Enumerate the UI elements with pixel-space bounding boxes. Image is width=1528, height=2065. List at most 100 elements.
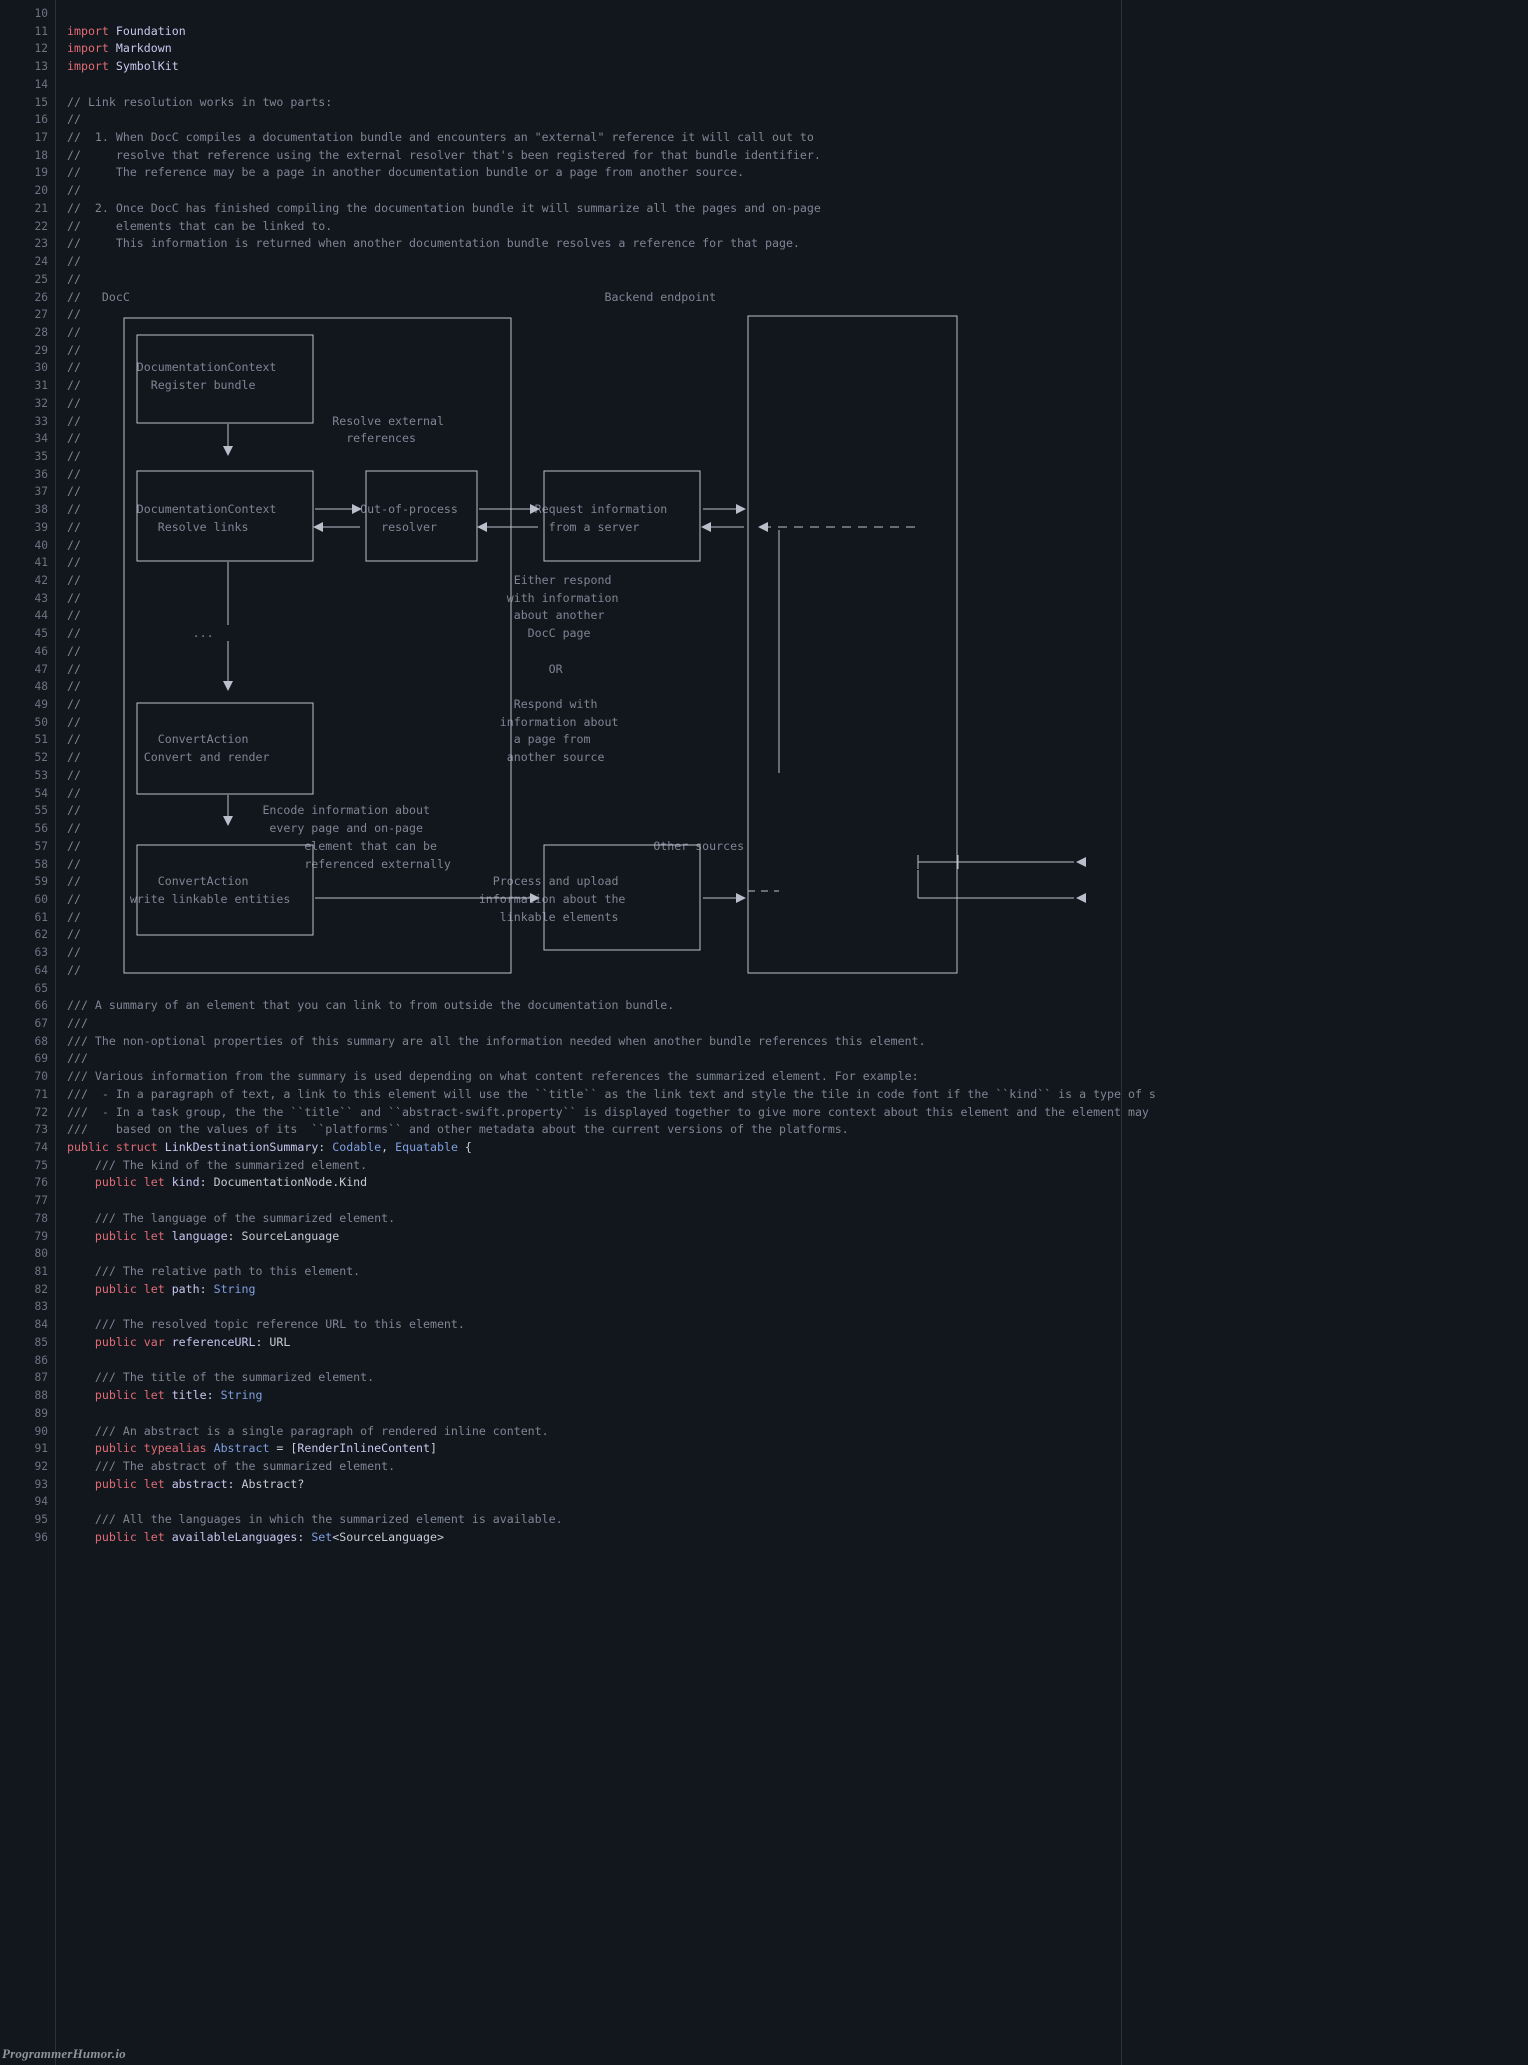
line-source[interactable]: /// Various information from the summary… [48,1068,919,1086]
code-line[interactable]: 84 /// The resolved topic reference URL … [0,1316,1156,1334]
line-source[interactable]: // write linkable entities information a… [48,891,849,909]
line-source[interactable]: // ConvertAction a page from [48,731,646,749]
code-line[interactable]: 75 /// The kind of the summarized elemen… [0,1157,1156,1175]
code-line[interactable]: 44// about another [0,607,1156,625]
code-line[interactable]: 51// ConvertAction a page from [0,731,1156,749]
code-line[interactable]: 27// [0,306,1156,324]
code-line[interactable]: 72/// - In a task group, the the ``title… [0,1104,1156,1122]
line-source[interactable]: // ... DocC page [48,625,646,643]
line-source[interactable]: /// [48,1015,88,1033]
line-source[interactable] [48,1245,74,1263]
code-line[interactable]: 91 public typealias Abstract = [RenderIn… [0,1440,1156,1458]
line-source[interactable]: // [48,306,793,324]
line-source[interactable]: // linkable elements [48,909,653,927]
line-source[interactable]: // Register bundle [48,377,793,395]
line-source[interactable]: public struct LinkDestinationSummary: Co… [48,1139,472,1157]
line-source[interactable]: // [48,554,779,572]
code-line[interactable]: 21// 2. Once DocC has finished compiling… [0,200,1156,218]
line-source[interactable]: /// - In a task group, the the ``title``… [48,1104,1149,1122]
line-source[interactable]: // 2. Once DocC has finished compiling t… [48,200,821,218]
line-source[interactable]: // resolve that reference using the exte… [48,147,821,165]
code-line[interactable]: 65 [0,980,1156,998]
line-source[interactable]: /// The relative path to this element. [48,1263,360,1281]
code-line[interactable]: 80 [0,1245,1156,1263]
line-source[interactable]: /// A summary of an element that you can… [48,997,674,1015]
code-line[interactable]: 43// with information [0,590,1156,608]
line-source[interactable]: // OR [48,661,646,679]
code-line[interactable]: 32// [0,395,1156,413]
line-source[interactable]: public let language: SourceLanguage [48,1228,339,1246]
code-line[interactable]: 14 [0,76,1156,94]
code-line[interactable]: 90 /// An abstract is a single paragraph… [0,1423,1156,1441]
code-line[interactable]: 26// DocC Backend endpoint [0,289,1156,307]
code-line[interactable]: 20// [0,182,1156,200]
code-line[interactable]: 69/// [0,1050,1156,1068]
line-source[interactable]: // [48,271,81,289]
code-line[interactable]: 19// The reference may be a page in anot… [0,164,1156,182]
code-line[interactable]: 38// DocumentationContext Out-of-process… [0,501,1156,519]
code-line[interactable]: 23// This information is returned when a… [0,235,1156,253]
code-line[interactable]: 55// Encode information about [0,802,1156,820]
code-line[interactable]: 93 public let abstract: Abstract? [0,1476,1156,1494]
code-line[interactable]: 66/// A summary of an element that you c… [0,997,1156,1015]
code-line[interactable]: 60// write linkable entities information… [0,891,1156,909]
line-source[interactable]: // [48,342,793,360]
code-line[interactable]: 52// Convert and render another source [0,749,1156,767]
line-source[interactable]: // This information is returned when ano… [48,235,800,253]
line-source[interactable]: public let availableLanguages: Set<Sourc… [48,1529,444,1547]
code-line[interactable]: 82 public let path: String [0,1281,1156,1299]
code-line[interactable]: 25// [0,271,1156,289]
line-source[interactable]: // [48,466,779,484]
code-line[interactable]: 86 [0,1352,1156,1370]
line-source[interactable]: // about another [48,607,646,625]
code-line[interactable]: 61// linkable elements [0,909,1156,927]
line-source[interactable]: /// based on the values of its ``platfor… [48,1121,849,1139]
code-line[interactable]: 85 public var referenceURL: URL [0,1334,1156,1352]
line-source[interactable]: // ConvertAction Process and upload [48,873,653,891]
code-line[interactable]: 30// DocumentationContext [0,359,1156,377]
code-line[interactable]: 24// [0,253,1156,271]
code-line[interactable]: 48// [0,678,1156,696]
code-line[interactable]: 81 /// The relative path to this element… [0,1263,1156,1281]
code-line[interactable]: 95 /// All the languages in which the su… [0,1511,1156,1529]
code-line[interactable]: 12 import Markdown [0,40,1156,58]
code-line[interactable]: 34// references [0,430,1156,448]
line-source[interactable]: // Link resolution works in two parts: [48,94,332,112]
code-line[interactable]: 79 public let language: SourceLanguage [0,1228,1156,1246]
line-source[interactable]: public let abstract: Abstract? [48,1476,304,1494]
line-source[interactable]: // [48,324,793,342]
code-line[interactable]: 54// [0,785,1156,803]
line-source[interactable]: // [48,678,646,696]
line-source[interactable] [48,1405,74,1423]
code-lines[interactable]: 10 11 import Foundation 12 import Markdown 1… [0,5,1156,1547]
code-line[interactable]: 63// [0,944,1156,962]
code-line[interactable]: 22// elements that can be linked to. [0,218,1156,236]
line-source[interactable]: import Markdown [48,40,172,58]
code-line[interactable]: 31// Register bundle [0,377,1156,395]
code-line[interactable]: 57// element that can be Other sources [0,838,1156,856]
code-line[interactable]: 50// information about [0,714,1156,732]
line-source[interactable] [48,76,74,94]
code-line[interactable]: 36// [0,466,1156,484]
code-line[interactable]: 16// [0,111,1156,129]
code-line[interactable]: 29// [0,342,1156,360]
line-source[interactable]: /// The non-optional properties of this … [48,1033,926,1051]
line-source[interactable]: // every page and on-page [48,820,632,838]
line-source[interactable]: public let title: String [48,1387,263,1405]
code-line[interactable]: 73/// based on the values of its ``platf… [0,1121,1156,1139]
code-line[interactable]: 77 [0,1192,1156,1210]
line-source[interactable]: public var referenceURL: URL [48,1334,290,1352]
line-source[interactable]: /// The language of the summarized eleme… [48,1210,395,1228]
line-source[interactable]: // Encode information about [48,802,632,820]
line-source[interactable]: // references [48,430,793,448]
code-line[interactable]: 56// every page and on-page [0,820,1156,838]
line-source[interactable]: // DocumentationContext Out-of-process R… [48,501,863,519]
line-source[interactable]: // 1. When DocC compiles a documentation… [48,129,814,147]
line-source[interactable] [48,1192,74,1210]
code-line[interactable]: 76 public let kind: DocumentationNode.Ki… [0,1174,1156,1192]
code-line[interactable]: 68/// The non-optional properties of thi… [0,1033,1156,1051]
line-source[interactable]: // The reference may be a page in anothe… [48,164,744,182]
line-source[interactable]: // [48,767,646,785]
code-line[interactable]: 94 [0,1493,1156,1511]
line-source[interactable] [48,1352,74,1370]
